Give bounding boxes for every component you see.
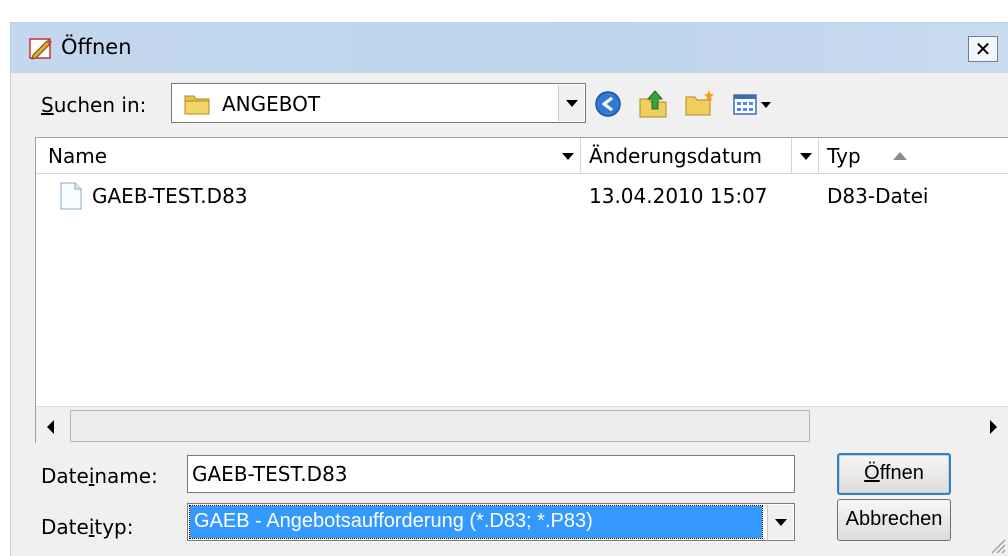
lookin-value: ANGEBOT bbox=[222, 92, 321, 116]
column-date-dropdown[interactable] bbox=[796, 144, 816, 168]
chevron-down-icon bbox=[800, 153, 812, 160]
column-label-name: Name bbox=[48, 144, 108, 168]
new-folder-icon[interactable] bbox=[683, 87, 717, 121]
file-type: D83-Datei bbox=[827, 184, 929, 208]
open-file-dialog: Öffnen ✕ Suchen in: ANGEBOT Name Änderun… bbox=[10, 22, 1008, 556]
file-name: GAEB-TEST.D83 bbox=[92, 184, 248, 208]
file-icon bbox=[60, 182, 82, 210]
column-header-type[interactable]: Typ bbox=[819, 138, 1008, 174]
open-button-label: ffnen bbox=[879, 462, 924, 484]
open-dialog-pencil-icon bbox=[29, 38, 52, 60]
filename-label: Dateiname: bbox=[41, 464, 158, 488]
close-button[interactable]: ✕ bbox=[968, 36, 998, 62]
chevron-down-icon bbox=[565, 100, 578, 107]
cancel-button[interactable]: Abbrechen bbox=[837, 499, 951, 541]
lookin-label-rest: uchen in: bbox=[53, 93, 147, 117]
filename-field[interactable] bbox=[187, 455, 795, 493]
horizontal-scrollbar[interactable] bbox=[36, 406, 1008, 444]
open-button-mnemonic: Ö bbox=[864, 462, 880, 484]
column-label-date: Änderungsdatum bbox=[589, 144, 762, 168]
filetype-select[interactable]: GAEB - Angebotsaufforderung (*.D83; *.P8… bbox=[187, 503, 795, 541]
filename-input[interactable] bbox=[188, 456, 794, 492]
chevron-down-icon bbox=[774, 519, 787, 526]
sort-ascending-icon bbox=[893, 152, 907, 160]
lookin-dropdown-button[interactable] bbox=[558, 85, 584, 121]
filetype-value: GAEB - Angebotsaufforderung (*.D83; *.P8… bbox=[189, 505, 763, 539]
lookin-combobox[interactable]: ANGEBOT bbox=[171, 83, 586, 123]
up-folder-icon[interactable] bbox=[637, 87, 671, 121]
open-button[interactable]: Öffnen bbox=[837, 453, 951, 495]
scroll-left-button[interactable] bbox=[36, 409, 68, 443]
column-header-date[interactable]: Änderungsdatum bbox=[581, 138, 789, 174]
filename-label-rest: name: bbox=[94, 464, 158, 488]
back-icon[interactable] bbox=[591, 87, 625, 121]
chevron-down-icon bbox=[562, 153, 574, 160]
file-date: 13.04.2010 15:07 bbox=[589, 184, 768, 208]
folder-icon bbox=[184, 95, 210, 115]
view-menu-icon[interactable] bbox=[731, 87, 781, 121]
list-header: Name Änderungsdatum Typ bbox=[36, 138, 1008, 174]
column-label-type: Typ bbox=[827, 144, 861, 168]
arrow-right-icon bbox=[990, 420, 997, 434]
scroll-thumb[interactable] bbox=[70, 410, 810, 442]
filetype-label-prefix: Date bbox=[41, 515, 89, 539]
filetype-label: Dateityp: bbox=[41, 515, 134, 539]
column-header-name[interactable]: Name bbox=[36, 138, 580, 174]
column-divider[interactable] bbox=[791, 138, 792, 174]
list-item[interactable]: GAEB-TEST.D83 13.04.2010 15:07 D83-Datei bbox=[36, 176, 1008, 216]
arrow-left-icon bbox=[47, 420, 54, 434]
filetype-label-rest: typ: bbox=[94, 515, 134, 539]
scroll-right-button[interactable] bbox=[976, 409, 1008, 443]
close-icon: ✕ bbox=[974, 37, 992, 61]
file-list[interactable]: Name Änderungsdatum Typ GAEB-TEST.D83 13… bbox=[35, 137, 1008, 444]
lookin-label-mnemonic: S bbox=[41, 93, 54, 117]
column-name-dropdown[interactable] bbox=[558, 144, 578, 168]
title-bar[interactable]: Öffnen ✕ bbox=[11, 23, 1008, 73]
filetype-dropdown-button[interactable] bbox=[767, 505, 793, 539]
lookin-label: Suchen in: bbox=[41, 93, 146, 117]
dialog-title: Öffnen bbox=[61, 35, 132, 59]
resize-grip-icon[interactable] bbox=[988, 536, 1006, 554]
filename-label-prefix: Date bbox=[41, 464, 89, 488]
